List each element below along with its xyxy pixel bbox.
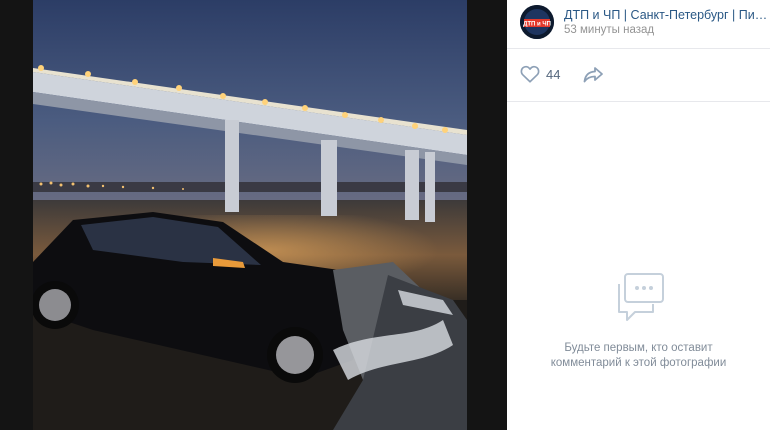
heart-icon — [520, 65, 540, 83]
post-sidebar: ДТП и ЧП ДТП и ЧП | Санкт-Петербург | Пи… — [507, 0, 770, 430]
share-icon — [583, 67, 603, 83]
like-button[interactable]: 44 — [520, 63, 560, 85]
divider — [507, 48, 770, 49]
post-header: ДТП и ЧП ДТП и ЧП | Санкт-Петербург | Пи… — [507, 0, 770, 48]
share-button[interactable] — [582, 63, 604, 85]
like-count: 44 — [546, 66, 561, 82]
post-time[interactable]: 53 минуты назад — [564, 24, 654, 36]
avatar-logo-icon: ДТП и ЧП — [520, 5, 554, 39]
author-link[interactable]: ДТП и ЧП | Санкт-Петербург | Питер Онлай… — [564, 8, 770, 22]
photo-viewer — [0, 0, 507, 430]
empty-line-2: комментарий к этой фотографии — [550, 357, 727, 369]
empty-comments-message: Будьте первым, кто оставит комментарий к… — [507, 341, 770, 371]
empty-line-1: Будьте первым, кто оставит — [564, 342, 713, 354]
avatar-text: ДТП и ЧП — [523, 22, 551, 28]
comment-bubble-icon — [611, 272, 667, 324]
photo-night-bridge-crash — [33, 0, 467, 430]
community-avatar[interactable]: ДТП и ЧП — [520, 5, 554, 39]
divider — [507, 101, 770, 102]
post-photo[interactable] — [33, 0, 467, 430]
